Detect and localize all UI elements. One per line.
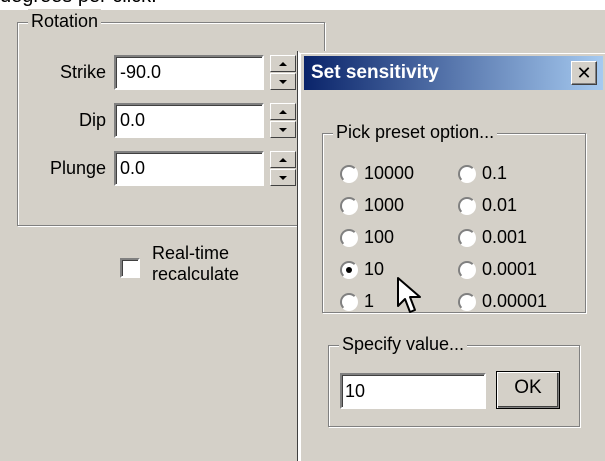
- radio-circle: [458, 197, 476, 215]
- strike-down-button[interactable]: [270, 73, 296, 90]
- plunge-input[interactable]: 0.0: [114, 151, 264, 186]
- radio-label: 100: [364, 227, 395, 247]
- close-button[interactable]: ✕: [571, 61, 597, 85]
- radio-label: 0.1: [482, 163, 508, 183]
- strike-label: Strike: [59, 62, 106, 82]
- arrow-up-icon: [279, 61, 287, 66]
- arrow-down-icon: [279, 79, 287, 84]
- preset-legend: Pick preset option...: [333, 120, 498, 144]
- radio-circle: [340, 261, 358, 279]
- dip-spinner: [270, 103, 296, 138]
- dip-label: Dip: [78, 110, 106, 130]
- arrow-pointer-icon: [397, 277, 421, 313]
- radio-circle: [340, 197, 358, 215]
- dip-down-button[interactable]: [270, 121, 296, 138]
- radio-option-0.1[interactable]: 0.1: [458, 161, 578, 185]
- realtime-label-line1: Real-time: [152, 243, 230, 263]
- radio-option-1[interactable]: 1: [340, 289, 450, 313]
- radio-circle: [340, 165, 358, 183]
- radio-label: 10: [364, 259, 385, 279]
- strike-up-button[interactable]: [270, 55, 296, 72]
- radio-circle: [458, 165, 476, 183]
- radio-label: 0.0001: [482, 259, 538, 279]
- plunge-spinner: [270, 151, 296, 186]
- arrow-down-icon: [279, 127, 287, 132]
- radio-circle: [458, 229, 476, 247]
- radio-label: 0.00001: [482, 291, 548, 311]
- radio-circle: [340, 293, 358, 311]
- radio-option-0.001[interactable]: 0.001: [458, 225, 578, 249]
- close-icon: ✕: [576, 63, 592, 83]
- set-sensitivity-dialog: Set sensitivity ✕ Pick preset option... …: [298, 51, 605, 461]
- dialog-title: Set sensitivity: [311, 62, 439, 83]
- dip-up-button[interactable]: [270, 103, 296, 120]
- radio-option-0.01[interactable]: 0.01: [458, 193, 578, 217]
- radio-option-0.00001[interactable]: 0.00001: [458, 289, 578, 313]
- radio-label: 10000: [364, 163, 415, 183]
- radio-option-0.0001[interactable]: 0.0001: [458, 257, 578, 281]
- radio-label: 0.01: [482, 195, 518, 215]
- radio-option-10000[interactable]: 10000: [340, 161, 450, 185]
- arrow-up-icon: [279, 109, 287, 114]
- radio-label: 1000: [364, 195, 405, 215]
- plunge-down-button[interactable]: [270, 169, 296, 186]
- radio-option-100[interactable]: 100: [340, 225, 450, 249]
- arrow-down-icon: [279, 175, 287, 180]
- plunge-up-button[interactable]: [270, 151, 296, 168]
- radio-circle: [458, 261, 476, 279]
- radio-circle: [340, 229, 358, 247]
- radio-option-1000[interactable]: 1000: [340, 193, 450, 217]
- strike-input[interactable]: -90.0: [114, 55, 264, 90]
- preset-group: Pick preset option...: [322, 120, 586, 313]
- realtime-checkbox[interactable]: [120, 258, 140, 278]
- radio-label: 0.001: [482, 227, 528, 247]
- dip-input[interactable]: 0.0: [114, 103, 264, 138]
- specify-legend: Specify value...: [339, 332, 468, 356]
- realtime-label-line2: recalculate: [152, 264, 240, 284]
- strike-spinner: [270, 55, 296, 90]
- dialog-titlebar[interactable]: Set sensitivity ✕: [304, 56, 603, 90]
- plunge-label: Plunge: [49, 158, 106, 178]
- arrow-up-icon: [279, 157, 287, 162]
- radio-option-10[interactable]: 10: [340, 257, 450, 281]
- radio-circle: [458, 293, 476, 311]
- sensitivity-value-input[interactable]: 10: [340, 373, 486, 409]
- rotation-legend: Rotation: [28, 9, 102, 33]
- radio-label: 1: [364, 291, 375, 311]
- ok-button[interactable]: OK: [496, 371, 560, 409]
- radio-selected-dot: [346, 267, 352, 273]
- caption-text: degrees per click.: [0, 0, 157, 8]
